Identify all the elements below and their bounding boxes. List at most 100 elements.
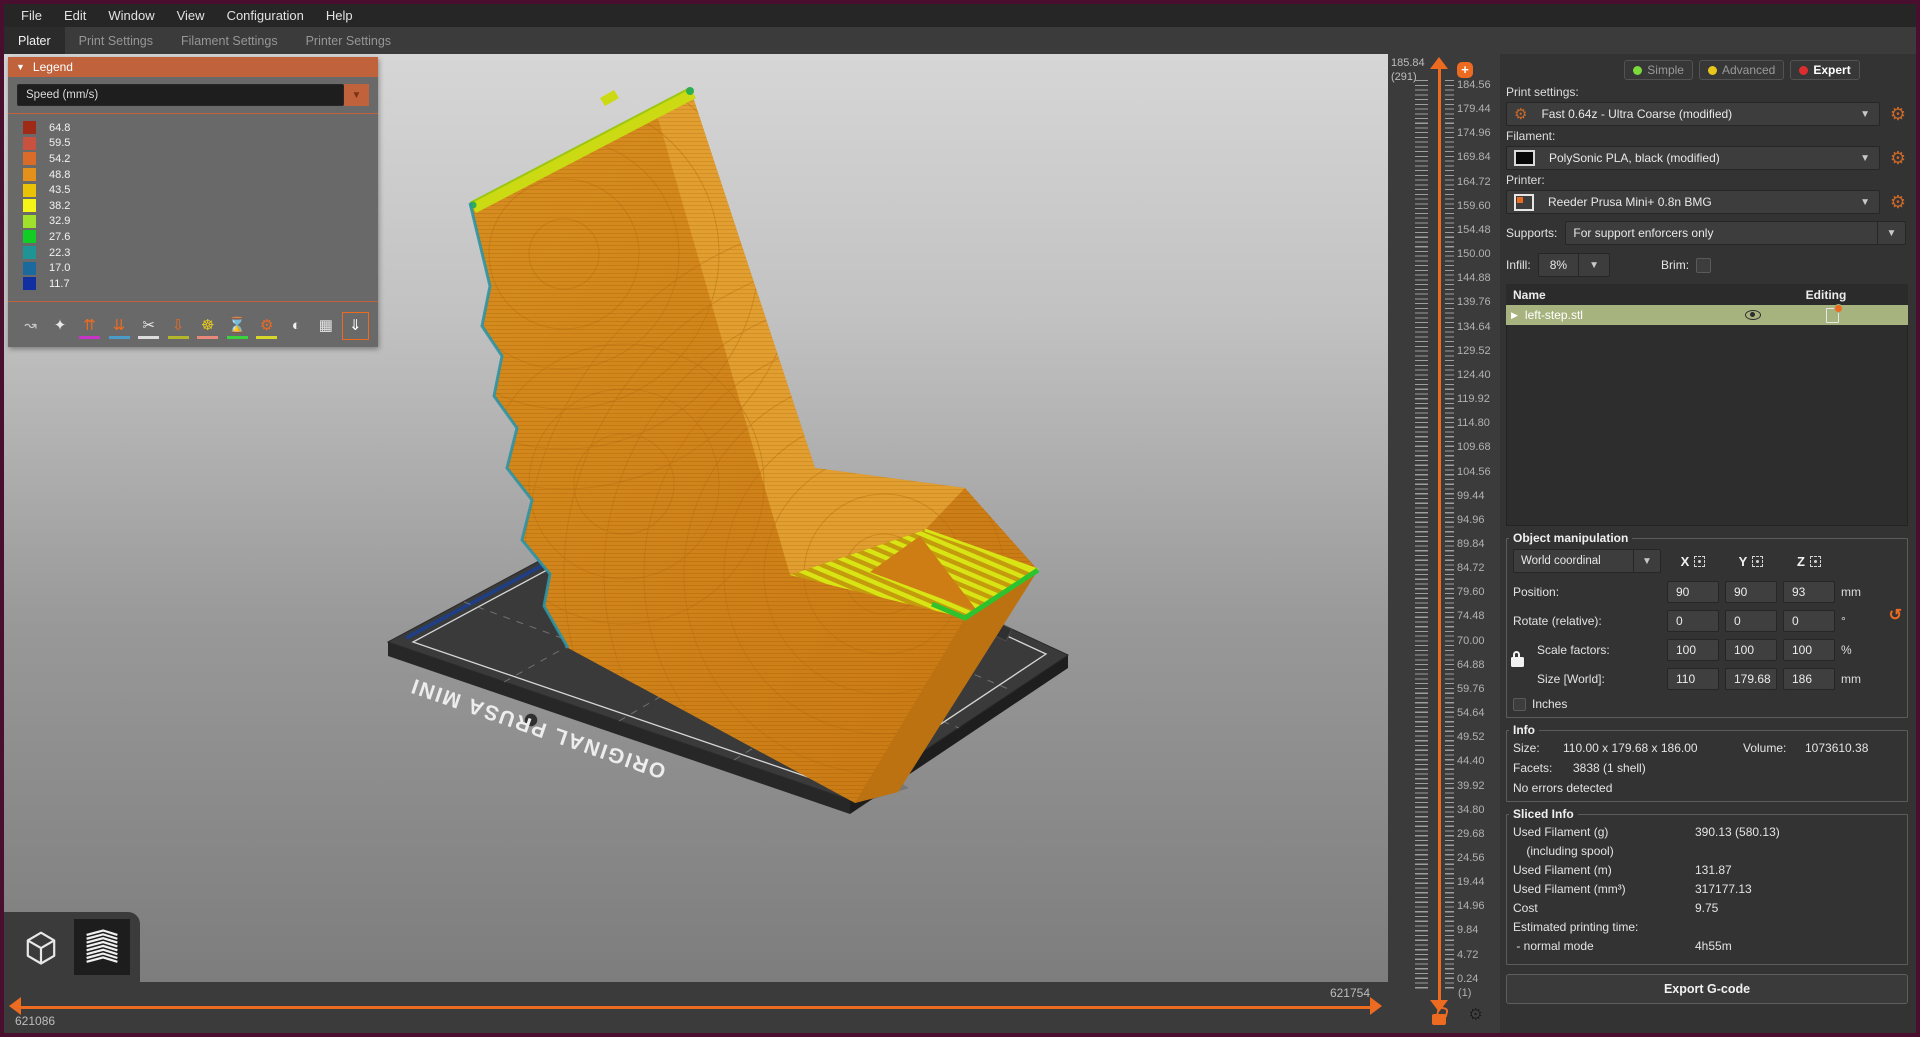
x-value-field[interactable]: 100: [1667, 639, 1719, 661]
legend-entry: 27.6: [23, 229, 378, 245]
3d-editor-view-button[interactable]: [13, 919, 69, 975]
menu-item[interactable]: View: [166, 8, 216, 23]
layer-tick-label: 179.44: [1457, 103, 1491, 116]
add-color-change-button[interactable]: +: [1457, 62, 1473, 78]
reset-rotation-icon[interactable]: ↺: [1889, 605, 1902, 625]
menu-item[interactable]: Edit: [53, 8, 97, 23]
x-value-field[interactable]: 0: [1667, 610, 1719, 632]
sliced-info-label: (including spool): [1513, 844, 1614, 858]
object-list-row[interactable]: ▶ left-step.stl: [1506, 303, 1908, 325]
chevron-down-icon[interactable]: ▼: [1633, 550, 1660, 572]
column-name: Name: [1513, 287, 1546, 302]
tab-bar: Plater Print Settings Filament Settings …: [4, 27, 1916, 54]
x-value-field[interactable]: 110: [1667, 668, 1719, 690]
moves-slider-right-handle[interactable]: [1370, 997, 1382, 1015]
manipulation-row-label: Rotate (relative):: [1513, 614, 1602, 628]
moves-slider-left-handle[interactable]: [9, 997, 21, 1015]
coordinate-system-combo[interactable]: World coordinal ▼: [1513, 549, 1661, 573]
chevron-down-icon[interactable]: ▼: [1578, 254, 1609, 276]
layer-slider-track[interactable]: [1438, 68, 1441, 1002]
tab-printer-settings[interactable]: Printer Settings: [292, 27, 405, 54]
seams-icon[interactable]: ✂: [135, 312, 162, 340]
center-of-gravity-icon[interactable]: ◐: [283, 312, 310, 340]
edit-filament-gear-icon[interactable]: ⚙: [1888, 148, 1908, 168]
legend-toggle-icon[interactable]: ⇓: [341, 311, 369, 340]
legend-header[interactable]: ▼ Legend: [8, 57, 378, 77]
chevron-down-icon[interactable]: ▼: [344, 84, 369, 106]
moves-slider-track[interactable]: [20, 1006, 1376, 1009]
view-type-dropdown[interactable]: Speed (mm/s) ▼: [17, 84, 369, 106]
brim-checkbox[interactable]: [1696, 257, 1712, 273]
legend-separator: [8, 300, 378, 302]
menu-item[interactable]: Help: [315, 8, 364, 23]
filament-combo[interactable]: PolySonic PLA, black (modified) ▼: [1506, 146, 1880, 170]
uniform-scale-lock-icon[interactable]: [1511, 651, 1524, 667]
y-value-field[interactable]: 179.68: [1725, 668, 1777, 690]
tab-print-settings[interactable]: Print Settings: [65, 27, 167, 54]
edit-printer-gear-icon[interactable]: ⚙: [1888, 192, 1908, 212]
menu-item[interactable]: Configuration: [216, 8, 315, 23]
legend-entries: 64.8 59.5 54.2 48.8 43.5 38.2 32.9 27.6 …: [8, 118, 378, 294]
wipe-moves-icon[interactable]: ✦: [47, 312, 74, 340]
layer-count-bottom: (1): [1458, 987, 1472, 999]
sliced-info-value: 4h55m: [1695, 939, 1732, 953]
legend-value: 54.2: [49, 152, 71, 165]
print-settings-combo[interactable]: ⚙ Fast 0.64z - Ultra Coarse (modified) ▼: [1506, 102, 1880, 126]
tab-plater[interactable]: Plater: [4, 27, 65, 54]
sliced-info-row: Used Filament (mm³) 317177.13: [1513, 882, 1901, 896]
sliced-model[interactable]: [329, 54, 1244, 934]
layer-slider[interactable]: 185.84 (291) + 184.56 179.44 174.96 169.84 1…: [1388, 54, 1500, 1033]
object-list-header: Name Editing: [1506, 284, 1908, 305]
visibility-eye-icon[interactable]: [1745, 310, 1761, 320]
custom-gcodes-icon[interactable]: ⚙: [253, 312, 280, 340]
menu-item[interactable]: Window: [97, 8, 165, 23]
color-changes-icon[interactable]: ☸: [194, 312, 221, 340]
preview-layers-view-button[interactable]: [74, 919, 130, 975]
layer-tick-label: 124.40: [1457, 368, 1491, 381]
y-value-field[interactable]: 90: [1725, 581, 1777, 603]
printer-combo[interactable]: Reeder Prusa Mini+ 0.8n BMG ▼: [1506, 190, 1880, 214]
shells-icon[interactable]: ▦: [312, 312, 339, 340]
export-gcode-button[interactable]: Export G-code: [1506, 974, 1908, 1004]
z-value-field[interactable]: 0: [1783, 610, 1835, 632]
sliced-info-title: Sliced Info: [1509, 807, 1578, 821]
editing-state-icon[interactable]: [1826, 303, 1843, 323]
retractions-icon[interactable]: ⇈: [76, 312, 103, 340]
y-value-field[interactable]: 100: [1725, 639, 1777, 661]
legend-toolbar: ↝ ✦ ⇈ ⇊ ✂ ⇩ ☸ ⌛ ⚙ ◐ ▦ ⇓: [8, 306, 378, 347]
edit-print-settings-gear-icon[interactable]: ⚙: [1888, 104, 1908, 124]
object-list-empty-area[interactable]: [1506, 325, 1908, 526]
tool-changes-icon[interactable]: ⇩: [165, 312, 192, 340]
mode-expert-button[interactable]: Expert: [1790, 60, 1860, 80]
expander-triangle-icon[interactable]: ▶: [1511, 310, 1518, 321]
z-value-field[interactable]: 186: [1783, 668, 1835, 690]
mode-advanced-button[interactable]: Advanced: [1698, 60, 1785, 80]
chevron-down-icon[interactable]: ▼: [1877, 222, 1905, 244]
menu-item[interactable]: File: [10, 8, 53, 23]
legend-value: 11.7: [49, 277, 70, 290]
unlock-icon[interactable]: [1432, 1014, 1446, 1025]
object-name: left-step.stl: [1524, 308, 1583, 322]
z-value-field[interactable]: 93: [1783, 581, 1835, 603]
travel-moves-icon[interactable]: ↝: [17, 312, 44, 340]
z-value-field[interactable]: 100: [1783, 639, 1835, 661]
layer-tick-label: 144.88: [1457, 272, 1491, 285]
x-value-field[interactable]: 90: [1667, 581, 1719, 603]
errors-status: No errors detected: [1513, 781, 1613, 795]
infill-combo[interactable]: 8% ▼: [1537, 253, 1611, 277]
layer-slider-upper-handle[interactable]: [1430, 57, 1448, 69]
pause-prints-icon[interactable]: ⌛: [224, 312, 251, 340]
sliced-info-value: 390.13 (580.13): [1695, 825, 1780, 839]
inches-checkbox[interactable]: [1513, 697, 1526, 711]
sliced-info-row: Used Filament (g) 390.13 (580.13): [1513, 825, 1901, 839]
supports-combo[interactable]: For support enforcers only ▼: [1565, 221, 1906, 245]
deretractions-icon[interactable]: ⇊: [106, 312, 133, 340]
mode-simple-button[interactable]: Simple: [1624, 60, 1693, 80]
layer-tick-label: 109.68: [1457, 441, 1491, 454]
slider-settings-gear-icon[interactable]: ⚙: [1468, 1005, 1483, 1025]
3d-viewport[interactable]: ORIGINAL PRUSA MINI ▼ Legend Speed (mm/s…: [4, 54, 1388, 982]
y-value-field[interactable]: 0: [1725, 610, 1777, 632]
moves-slider[interactable]: 621754 621086: [4, 982, 1388, 1033]
tab-filament-settings[interactable]: Filament Settings: [167, 27, 292, 54]
layer-tick-label: 54.64: [1457, 707, 1485, 720]
